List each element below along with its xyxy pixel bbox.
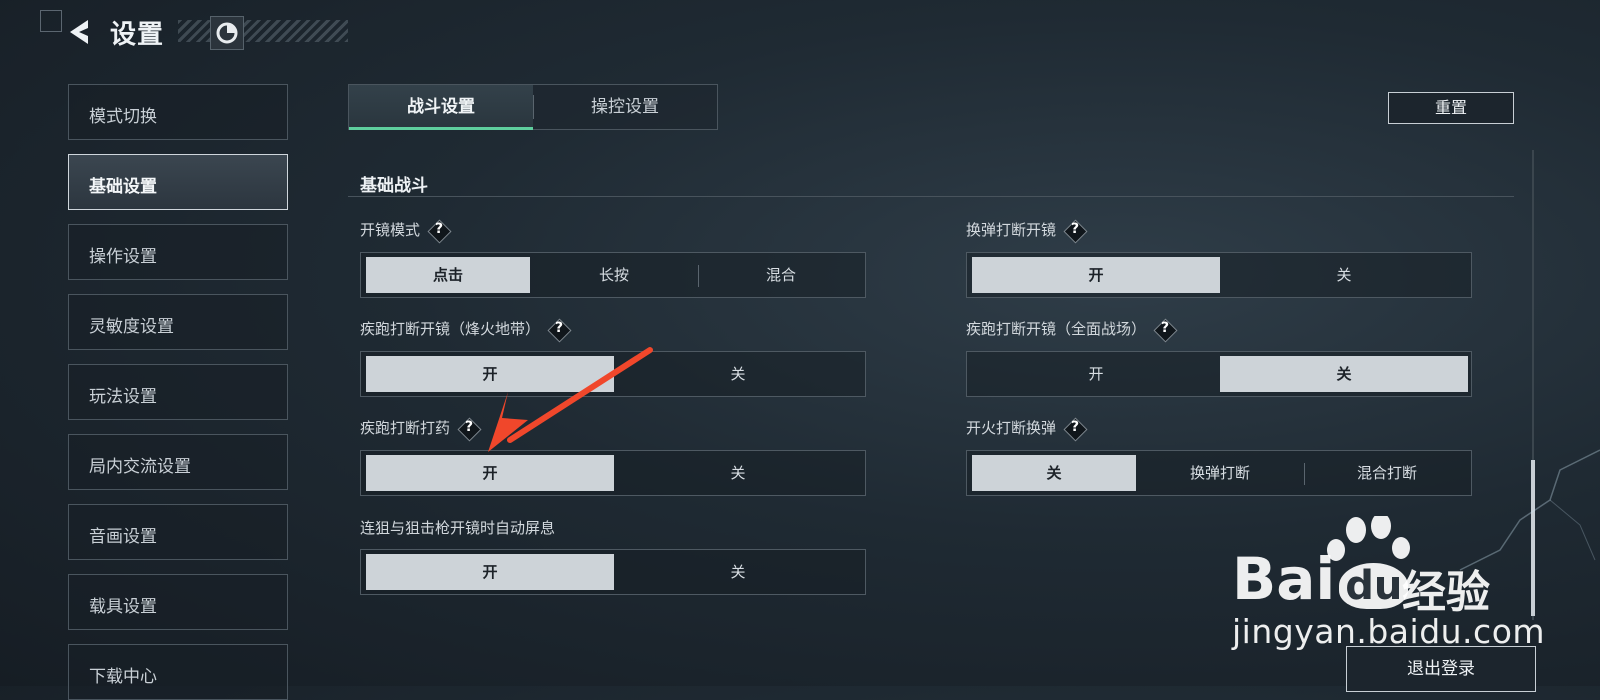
corner-frame xyxy=(40,10,62,32)
sidebar-item-communication[interactable]: 局内交流设置 xyxy=(68,434,288,490)
setting-label-text: 开火打断换弹 xyxy=(966,419,1057,437)
sidebar-item-label: 音画设置 xyxy=(89,527,157,547)
watermark-suffix: 经验 xyxy=(1402,567,1490,618)
sidebar-item-label: 操作设置 xyxy=(89,247,157,267)
help-icon[interactable]: ? xyxy=(1064,220,1086,242)
back-button[interactable] xyxy=(62,14,96,50)
option-off[interactable]: 关 xyxy=(614,455,862,491)
reload-interrupt-scope-toggle: 开 关 xyxy=(966,252,1472,298)
setting-label-sprint-interrupt-scope-fire: 疾跑打断开镜（烽火地带）? xyxy=(360,318,570,341)
scope-mode-selector: 点击 长按 混合 xyxy=(360,252,866,298)
sidebar-item-label: 模式切换 xyxy=(89,107,157,127)
sidebar-item-label: 基础设置 xyxy=(89,177,157,197)
setting-label-text: 连狙与狙击枪开镜时自动屏息 xyxy=(360,519,556,537)
sidebar-item-mode-switch[interactable]: 模式切换 xyxy=(68,84,288,140)
help-icon[interactable]: ? xyxy=(1064,418,1086,440)
sidebar-item-operation-settings[interactable]: 操作设置 xyxy=(68,224,288,280)
logout-button[interactable]: 退出登录 xyxy=(1346,646,1536,692)
help-icon[interactable]: ? xyxy=(548,319,570,341)
setting-label-text: 疾跑打断开镜（烽火地带） xyxy=(360,320,541,338)
sidebar-item-label: 灵敏度设置 xyxy=(89,317,174,337)
sidebar-item-gameplay[interactable]: 玩法设置 xyxy=(68,364,288,420)
ring-icon xyxy=(216,22,238,44)
auto-hold-breath-toggle: 开 关 xyxy=(360,549,866,595)
reset-button[interactable]: 重置 xyxy=(1388,92,1514,124)
sprint-interrupt-scope-battlefield-toggle: 开 关 xyxy=(966,351,1472,397)
sidebar-item-label: 局内交流设置 xyxy=(89,457,191,477)
watermark-brand: Bai du xyxy=(1232,545,1409,613)
tab-combat-settings[interactable]: 战斗设置 xyxy=(349,85,533,130)
back-arrow-icon xyxy=(70,20,88,44)
setting-label-text: 疾跑打断打药 xyxy=(360,419,451,437)
red-arrow-annotation xyxy=(488,347,653,452)
sidebar-item-label: 下载中心 xyxy=(89,667,157,687)
sidebar-item-sensitivity[interactable]: 灵敏度设置 xyxy=(68,294,288,350)
option-off[interactable]: 关 xyxy=(614,554,862,590)
sidebar-item-vehicle[interactable]: 载具设置 xyxy=(68,574,288,630)
sidebar-item-download-center[interactable]: 下载中心 xyxy=(68,644,288,700)
title-hatch-decoration xyxy=(178,20,348,42)
setting-label-sprint-interrupt-heal: 疾跑打断打药? xyxy=(360,417,480,440)
page-title: 设置 xyxy=(110,20,165,50)
section-title: 基础战斗 xyxy=(360,176,428,196)
option-tap[interactable]: 点击 xyxy=(366,257,530,293)
setting-label-sprint-interrupt-scope-battlefield: 疾跑打断开镜（全面战场）? xyxy=(966,318,1176,341)
option-reload-interrupt[interactable]: 换弹打断 xyxy=(1140,455,1300,491)
setting-label-auto-hold-breath: 连狙与狙击枪开镜时自动屏息 xyxy=(360,517,555,538)
top-bar: 设置 xyxy=(0,0,360,62)
option-on[interactable]: 开 xyxy=(366,554,614,590)
setting-label-text: 开镜模式 xyxy=(360,221,421,239)
sidebar-item-label: 玩法设置 xyxy=(89,387,157,407)
setting-label-text: 换弹打断开镜 xyxy=(966,221,1057,239)
profile-button[interactable] xyxy=(210,16,244,50)
option-on[interactable]: 开 xyxy=(972,257,1220,293)
option-mixed[interactable]: 混合 xyxy=(699,257,863,293)
sidebar-item-audio-video[interactable]: 音画设置 xyxy=(68,504,288,560)
tab-bar: 战斗设置 操控设置 xyxy=(348,84,718,130)
setting-label-text: 疾跑打断开镜（全面战场） xyxy=(966,320,1147,338)
setting-label-reload-interrupt-scope: 换弹打断开镜? xyxy=(966,219,1086,242)
section-divider xyxy=(348,196,1514,197)
sidebar-item-label: 载具设置 xyxy=(89,597,157,617)
option-off[interactable]: 关 xyxy=(1220,356,1468,392)
option-hold[interactable]: 长按 xyxy=(534,257,694,293)
help-icon[interactable]: ? xyxy=(428,220,450,242)
setting-label-fire-interrupt-reload: 开火打断换弹? xyxy=(966,417,1086,440)
tab-control-settings[interactable]: 操控设置 xyxy=(533,85,717,129)
option-off[interactable]: 关 xyxy=(972,455,1136,491)
sidebar-item-basic-settings[interactable]: 基础设置 xyxy=(68,154,288,210)
help-icon[interactable]: ? xyxy=(1154,319,1176,341)
option-off[interactable]: 关 xyxy=(1220,257,1468,293)
option-on[interactable]: 开 xyxy=(366,455,614,491)
option-on[interactable]: 开 xyxy=(972,356,1220,392)
setting-label-scope-mode: 开镜模式? xyxy=(360,219,450,242)
